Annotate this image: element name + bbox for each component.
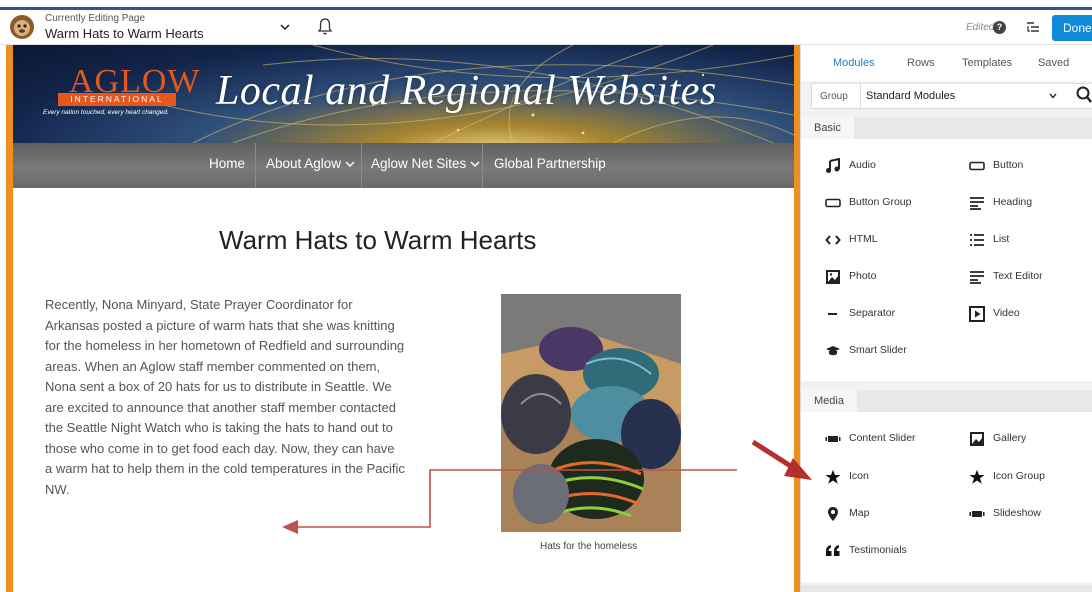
group-value: Standard Modules <box>866 90 956 102</box>
hats-photo[interactable] <box>501 294 681 532</box>
nav-item-about[interactable]: About Aglow <box>266 143 355 188</box>
page-frame: AGLOW INTERNATIONAL Every nation touched… <box>13 45 794 592</box>
help-icon[interactable]: ? <box>993 21 1006 34</box>
frame-border-left <box>6 45 13 592</box>
module-label: Gallery <box>993 432 1027 444</box>
nav-item-net-sites[interactable]: Aglow Net Sites <box>371 143 480 188</box>
cropped-caption-strip <box>0 0 1092 10</box>
section-basic-header[interactable]: Basic <box>801 117 1092 139</box>
module-label: Content Slider <box>849 432 916 444</box>
search-icon[interactable] <box>1075 85 1092 105</box>
module-label: List <box>993 233 1010 245</box>
photo-caption: Hats for the homeless <box>540 541 638 552</box>
module-label: Map <box>849 507 870 519</box>
post-title: Warm Hats to Warm Hearts <box>219 225 537 255</box>
slideshow-icon <box>969 511 985 517</box>
site-nav: Home About Aglow Aglow Net Sites Global … <box>13 143 794 188</box>
smart-slider-icon <box>826 346 840 356</box>
section-title: Media <box>801 390 857 412</box>
group-label: Group <box>820 91 848 102</box>
nav-separator <box>482 143 483 188</box>
text-editor-icon <box>970 271 984 284</box>
panel-tabs: Modules Rows Templates Saved <box>801 45 1092 81</box>
nav-item-global-partnership[interactable]: Global Partnership <box>494 143 606 188</box>
basic-modules: Audio Button Button Group Heading HTML L… <box>801 139 1092 381</box>
slider-icon <box>825 436 841 442</box>
quote-icon <box>826 545 840 556</box>
editing-label: Currently Editing Page <box>45 13 146 24</box>
star-icon <box>825 469 841 484</box>
module-label: Icon Group <box>993 470 1045 482</box>
nav-item-label: Home <box>209 156 246 171</box>
group-divider <box>860 84 861 108</box>
banner-title: Local and Regional Websites <box>216 68 717 114</box>
chevron-down-icon <box>1049 93 1057 99</box>
code-icon <box>825 235 841 245</box>
button-group-icon <box>825 198 841 208</box>
photo-icon <box>826 270 840 284</box>
module-label: Heading <box>993 196 1033 208</box>
module-label: Separator <box>849 307 896 319</box>
module-label: HTML <box>849 233 878 245</box>
module-label: Slideshow <box>993 507 1041 519</box>
module-label: Text Editor <box>993 270 1043 282</box>
module-label: Audio <box>849 159 876 171</box>
module-label: Photo <box>849 270 877 282</box>
nav-separator <box>361 143 362 188</box>
group-select[interactable]: Group Standard Modules <box>811 83 1092 109</box>
tab-modules[interactable]: Modules <box>833 57 875 69</box>
chevron-down-icon <box>470 161 480 168</box>
section-media-header[interactable]: Media <box>801 390 1092 412</box>
star-icon <box>969 469 985 484</box>
page-canvas: AGLOW INTERNATIONAL Every nation touched… <box>0 45 800 592</box>
section-title: Basic <box>801 117 854 139</box>
outline-list-icon[interactable] <box>1024 18 1042 36</box>
video-icon <box>969 306 985 322</box>
aglow-logo[interactable]: AGLOW INTERNATIONAL Every nation touched… <box>43 63 200 123</box>
media-modules: Content Slider Gallery Icon Icon Group M… <box>801 412 1092 582</box>
module-label: Video <box>993 307 1020 319</box>
edited-status: Edited <box>966 22 995 33</box>
logo-sub: INTERNATIONAL <box>58 93 176 106</box>
map-pin-icon <box>828 507 838 521</box>
hats-photo-image <box>501 294 681 532</box>
chevron-down-icon[interactable] <box>276 18 294 36</box>
modules-panel: Modules Rows Templates Saved Group Stand… <box>800 45 1092 592</box>
module-label: Smart Slider <box>849 344 907 356</box>
tab-saved[interactable]: Saved <box>1038 57 1069 69</box>
tab-templates[interactable]: Templates <box>962 57 1012 69</box>
nav-item-label: Aglow Net Sites <box>371 156 467 171</box>
chevron-down-icon <box>345 161 355 168</box>
bell-icon[interactable] <box>316 16 334 36</box>
builder-top-bar: Currently Editing Page Warm Hats to Warm… <box>0 10 1092 45</box>
header-banner: AGLOW INTERNATIONAL Every nation touched… <box>13 45 794 143</box>
button-icon <box>969 161 985 171</box>
builder-logo-icon[interactable] <box>8 14 36 40</box>
nav-item-home[interactable]: Home <box>209 143 245 188</box>
module-label: Icon <box>849 470 869 482</box>
nav-item-label: Global Partnership <box>494 156 606 171</box>
music-icon <box>826 158 840 173</box>
logo-tagline: Every nation touched, every heart change… <box>43 109 169 116</box>
list-icon <box>970 234 984 246</box>
gallery-icon <box>970 432 984 446</box>
post-body: Recently, Nona Minyard, State Prayer Coo… <box>45 297 405 497</box>
section-next-header <box>801 585 1092 592</box>
module-label: Testimonials <box>849 544 907 556</box>
heading-icon <box>970 197 984 210</box>
page-name[interactable]: Warm Hats to Warm Hearts <box>45 26 204 41</box>
nav-item-label: About Aglow <box>266 156 342 171</box>
separator-icon <box>828 313 837 315</box>
module-label: Button <box>993 159 1024 171</box>
done-button[interactable]: Done <box>1052 15 1092 41</box>
nav-separator <box>255 143 256 188</box>
tab-rows[interactable]: Rows <box>907 57 935 69</box>
module-label: Button Group <box>849 196 912 208</box>
